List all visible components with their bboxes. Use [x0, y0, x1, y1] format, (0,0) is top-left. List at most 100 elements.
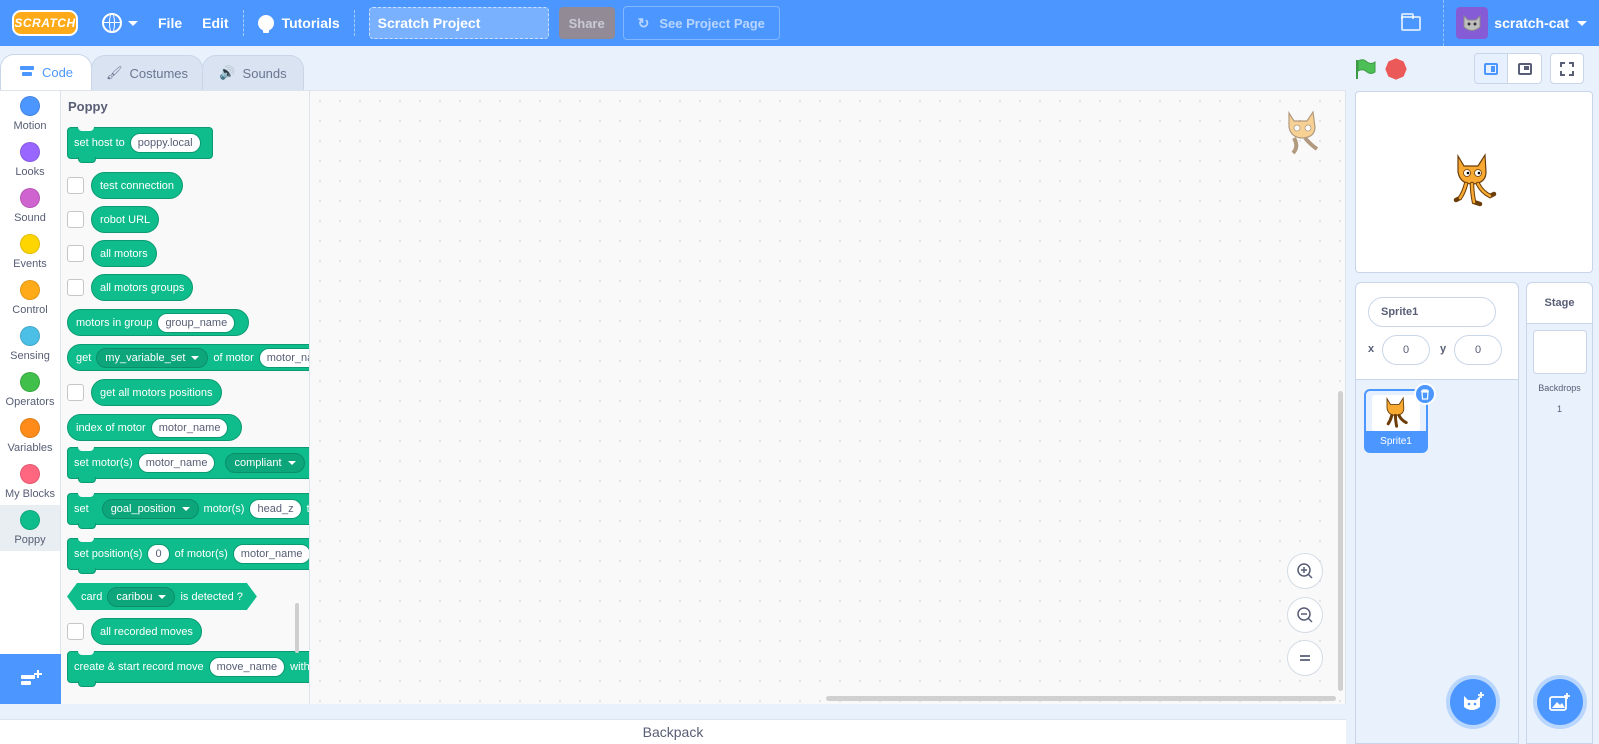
zoom-in-button[interactable] [1287, 553, 1323, 589]
block-input[interactable]: head_z [249, 499, 302, 519]
block-all-recorded-moves[interactable]: all recorded moves [91, 618, 202, 645]
block-create-record[interactable]: create & start record move move_name wit… [67, 651, 309, 687]
file-menu[interactable]: File [148, 0, 192, 46]
block-dropdown[interactable]: goal_position [101, 499, 199, 519]
block-set-position[interactable]: set position(s) 0 of motor(s) motor_name [67, 538, 309, 574]
block-all-motors[interactable]: all motors [91, 240, 157, 267]
folder-icon[interactable] [1401, 12, 1422, 31]
my-blocks-dot-icon [20, 464, 40, 484]
block-input[interactable]: motor_name [137, 453, 216, 473]
divider [1443, 0, 1445, 46]
category-label: Operators [5, 396, 55, 408]
category-label: Motion [13, 120, 47, 132]
cat-sprite-icon [1288, 110, 1319, 155]
category-variables[interactable]: Variables [0, 413, 60, 459]
category-sound[interactable]: Sound [0, 183, 60, 229]
checkbox[interactable] [67, 245, 84, 262]
block-get-variable[interactable]: get my_variable_set of motor motor_nar [67, 344, 309, 371]
checkbox[interactable] [67, 177, 84, 194]
tab-sounds-label: Sounds [242, 65, 287, 81]
tab-sounds[interactable]: 🔊 Sounds [202, 55, 304, 90]
zoom-out-button[interactable] [1287, 597, 1323, 633]
add-backdrop-button[interactable] [1537, 679, 1583, 725]
zoom-in-icon [1297, 563, 1313, 579]
tutorials-button[interactable]: Tutorials [248, 0, 350, 46]
block-input[interactable]: move_name [208, 657, 286, 677]
brush-icon: 🖌 [105, 65, 123, 80]
block-text: set motor(s) [74, 457, 133, 469]
share-button[interactable]: Share [558, 7, 615, 39]
palette-scrollbar[interactable] [295, 603, 299, 653]
small-stage-button[interactable] [1474, 53, 1508, 84]
workspace-vertical-scrollbar[interactable] [1338, 391, 1343, 691]
code-icon [19, 65, 35, 80]
block-input[interactable]: motor_name [150, 417, 229, 438]
tab-costumes[interactable]: 🖌 Costumes [91, 55, 203, 90]
code-workspace[interactable] [310, 90, 1346, 704]
cat-sprite-icon [1453, 153, 1497, 207]
block-set-motors[interactable]: set motor(s) motor_name compliant [67, 447, 309, 483]
checkbox[interactable] [67, 211, 84, 228]
equals-icon [1300, 655, 1310, 661]
add-extension-button[interactable] [0, 654, 61, 704]
checkbox[interactable] [67, 384, 84, 401]
checkbox[interactable] [67, 279, 84, 296]
block-text: get [76, 351, 92, 364]
block-all-motors-groups[interactable]: all motors groups [91, 274, 194, 301]
backpack[interactable]: Backpack [0, 719, 1346, 744]
x-input[interactable]: 0 [1382, 335, 1430, 365]
see-project-page-button[interactable]: ↻ See Project Page [622, 6, 780, 40]
block-dropdown[interactable]: compliant [225, 453, 305, 473]
category-poppy[interactable]: Poppy [0, 505, 60, 551]
checkbox[interactable] [67, 623, 84, 640]
category-sensing[interactable]: Sensing [0, 321, 60, 367]
stage-pane-title: Stage [1527, 283, 1592, 324]
edit-menu[interactable]: Edit [192, 0, 238, 46]
block-test-connection[interactable]: test connection [91, 172, 183, 199]
delete-sprite-button[interactable] [1414, 383, 1436, 405]
block-text: robot URL [100, 213, 151, 226]
scratch-logo[interactable]: SCRATCH [12, 10, 78, 36]
block-set-goal[interactable]: set goal_position motor(s) head_z to [67, 493, 309, 529]
green-flag-icon[interactable] [1354, 58, 1376, 80]
block-input[interactable]: 0 [147, 544, 170, 564]
project-title-input[interactable]: Scratch Project [368, 7, 549, 39]
category-control[interactable]: Control [0, 275, 60, 321]
block-robot-url[interactable]: robot URL [91, 206, 160, 233]
stop-icon[interactable] [1383, 56, 1409, 82]
y-input[interactable]: 0 [1454, 335, 1502, 365]
chevron-down-icon[interactable] [1577, 20, 1587, 26]
language-menu[interactable] [92, 0, 148, 46]
block-set-host[interactable]: set host to poppy.local [67, 127, 213, 163]
stage[interactable] [1355, 91, 1593, 273]
block-card-detected[interactable]: card caribou is detected ? [67, 583, 257, 610]
block-dropdown[interactable]: my_variable_set [96, 347, 209, 368]
block-input[interactable]: group_name [157, 312, 236, 333]
block-dropdown[interactable]: caribou [107, 587, 175, 607]
category-looks[interactable]: Looks [0, 137, 60, 183]
block-input[interactable]: motor_nar [258, 347, 309, 368]
add-sprite-button[interactable] [1450, 679, 1496, 725]
backdrops-label: Backdrops [1538, 383, 1581, 393]
block-input[interactable]: motor_name [232, 544, 309, 564]
category-operators[interactable]: Operators [0, 367, 60, 413]
category-motion[interactable]: Motion [0, 91, 60, 137]
tab-code[interactable]: Code [0, 54, 92, 90]
block-get-all-motors-positions[interactable]: get all motors positions [91, 379, 222, 406]
block-input[interactable]: poppy.local [129, 133, 201, 153]
sprite-name-input[interactable]: Sprite1 [1368, 297, 1496, 327]
menu-bar: SCRATCH File Edit Tutorials Scratch Proj… [0, 0, 1599, 46]
stage-thumbnail[interactable] [1533, 330, 1587, 374]
workspace-horizontal-scrollbar[interactable] [826, 696, 1336, 701]
large-stage-button[interactable] [1508, 53, 1542, 84]
avatar[interactable] [1456, 7, 1489, 39]
category-events[interactable]: Events [0, 229, 60, 275]
see-project-label: See Project Page [659, 15, 765, 31]
block-motors-in-group[interactable]: motors in group group_name [67, 309, 250, 336]
category-my-blocks[interactable]: My Blocks [0, 459, 60, 505]
fullscreen-button[interactable] [1550, 53, 1584, 84]
block-text: set position(s) [74, 548, 143, 560]
zoom-reset-button[interactable] [1287, 640, 1323, 676]
block-index-of-motor[interactable]: index of motor motor_name [67, 414, 243, 441]
username[interactable]: scratch-cat [1494, 15, 1569, 31]
